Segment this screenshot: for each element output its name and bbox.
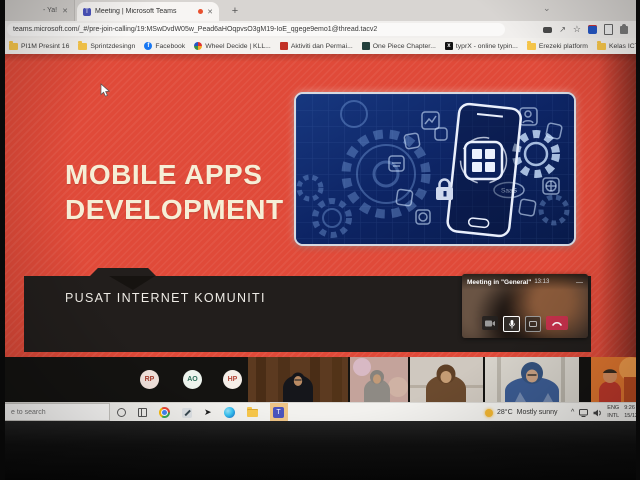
bookmark-erezeki[interactable]: Erezeki platform (527, 43, 588, 50)
site-icon (280, 42, 288, 50)
participant-video[interactable] (248, 357, 348, 402)
pip-minimize-icon[interactable]: — (576, 279, 583, 286)
bookmark-facebook[interactable]: fFacebook (144, 42, 185, 50)
weather-temp: 28°C (497, 409, 513, 416)
mail-arrow-icon[interactable]: ➤ (204, 408, 212, 417)
laptop-bezel: hp (0, 421, 640, 480)
participant-avatar-hp[interactable]: HP (223, 370, 242, 389)
tray-date: 15/12/ (624, 413, 636, 420)
tray-chevron-icon[interactable]: ^ (571, 409, 574, 416)
bookmark-sprintzdesingn[interactable]: Sprintzdesingn (78, 43, 135, 50)
bookmark-pi1m[interactable]: PI1M Presint 16 (9, 43, 69, 50)
screen-share-button[interactable] (525, 316, 541, 332)
participant-video[interactable] (350, 357, 408, 402)
tab-active-close-icon[interactable]: ✕ (207, 8, 213, 16)
share-icon[interactable]: ↗ (559, 25, 566, 34)
bookmark-one-piece[interactable]: One Piece Chapter... (362, 42, 436, 50)
bookmark-kelas-ict[interactable]: Kelas ICT (597, 43, 636, 50)
tab-active-title: Meeting | Microsoft Teams (95, 8, 194, 15)
teams-icon: T (273, 407, 284, 418)
bookmarks-bar: PI1M Presint 16 Sprintzdesingn fFacebook… (5, 38, 636, 54)
sun-icon (485, 409, 493, 417)
address-bar-icons: ↗ ☆ (543, 23, 628, 36)
clipboard-extension-icon[interactable] (604, 24, 613, 35)
volume-icon[interactable] (593, 409, 602, 417)
participant-video[interactable] (485, 357, 579, 402)
site-icon (362, 42, 370, 50)
participant-avatar-rp[interactable]: RP (140, 370, 159, 389)
mouse-cursor (100, 83, 110, 98)
search-input[interactable] (5, 403, 110, 421)
laptop-bezel-right (636, 0, 640, 480)
slide-band-notch (90, 268, 156, 276)
blueprint-phone-image: SaaS (294, 92, 576, 246)
pip-controls (462, 316, 588, 332)
new-tab-button[interactable]: + (227, 3, 243, 19)
weather-condition: Mostly sunny (517, 409, 558, 416)
clock[interactable]: 9:26 A 15/12/ (624, 405, 636, 420)
meeting-pip-window[interactable]: Meeting in "General" 13:13 — (462, 274, 588, 338)
system-tray: ^ ENG INTL 9:26 A 15/12/ (571, 403, 636, 421)
cortana-icon[interactable] (117, 408, 126, 417)
display-icon[interactable] (579, 409, 588, 417)
folder-icon (527, 43, 536, 50)
windows-taskbar: ➤ T 28°C Mostly sunny ^ ENG INTL (5, 402, 636, 421)
bookmark-aktiviti[interactable]: Aktiviti dan Permai... (280, 42, 353, 50)
pip-header: Meeting in "General" 13:13 — (462, 274, 588, 290)
pip-timer: 13:13 (534, 279, 549, 285)
folder-icon (9, 43, 18, 50)
hangup-button[interactable] (546, 316, 568, 330)
laptop-photo: - Ya! ✕ T Meeting | Microsoft Teams ✕ + … (0, 0, 640, 480)
slide-title: MOBILE APPS DEVELOPMENT (65, 158, 284, 227)
wheel-icon (194, 42, 202, 50)
participant-video[interactable] (591, 357, 640, 402)
participant-strip: RP AO HP (0, 357, 640, 402)
extensions-puzzle-icon[interactable] (620, 26, 628, 34)
edge-icon[interactable] (224, 407, 235, 418)
language-indicator[interactable]: ENG INTL (607, 405, 619, 420)
participant-avatar-ao[interactable]: AO (183, 370, 202, 389)
mic-toggle-button[interactable] (503, 316, 520, 332)
folder-icon (597, 43, 606, 50)
presentation-slide: MOBILE APPS DEVELOPMENT (5, 54, 636, 357)
media-control-icon[interactable] (543, 27, 552, 33)
task-view-icon[interactable] (138, 408, 147, 417)
slide-subtitle: PUSAT INTERNET KOMUNITI (65, 291, 266, 305)
url-input[interactable]: teams.microsoft.com/_#/pre-join-calling/… (7, 23, 505, 36)
tab-close-icon[interactable]: ✕ (62, 7, 68, 15)
laptop-bezel-left (0, 0, 5, 480)
browser-tab-bar: - Ya! ✕ T Meeting | Microsoft Teams ✕ + … (5, 0, 636, 21)
address-bar: teams.microsoft.com/_#/pre-join-calling/… (5, 21, 636, 39)
tab-active-meeting[interactable]: T Meeting | Microsoft Teams ✕ (77, 2, 219, 21)
tab-background-title: - Ya! (43, 7, 57, 14)
camera-toggle-button[interactable] (482, 316, 498, 330)
weather-widget[interactable]: 28°C Mostly sunny (485, 403, 558, 421)
bookmark-wheel-decide[interactable]: Wheel Decide | KLL... (194, 42, 271, 50)
folder-icon (78, 43, 87, 50)
tab-list-chevron-icon[interactable]: ⌄ (543, 3, 551, 14)
participant-video[interactable] (410, 357, 483, 402)
teams-taskbar-highlight[interactable]: T (270, 403, 288, 421)
windows-tile-icon (461, 138, 507, 184)
bookmark-typrx[interactable]: xtyprX - online typin... (445, 42, 518, 50)
file-explorer-icon[interactable] (247, 409, 258, 417)
teams-favicon-icon: T (83, 8, 91, 16)
facebook-icon: f (144, 42, 152, 50)
bookmark-star-icon[interactable]: ☆ (573, 24, 581, 35)
chrome-icon[interactable] (159, 407, 170, 418)
pip-meeting-title: Meeting in "General" (467, 279, 531, 286)
typx-icon: x (445, 42, 453, 50)
tab-background[interactable]: - Ya! ✕ (5, 0, 75, 21)
tray-time: 9:26 A (624, 405, 636, 412)
extension-badge-icon[interactable] (588, 25, 597, 34)
tab-alert-dot-icon (198, 9, 203, 14)
taskbar-icons: ➤ T (117, 403, 288, 421)
snip-pen-icon[interactable] (182, 408, 192, 418)
